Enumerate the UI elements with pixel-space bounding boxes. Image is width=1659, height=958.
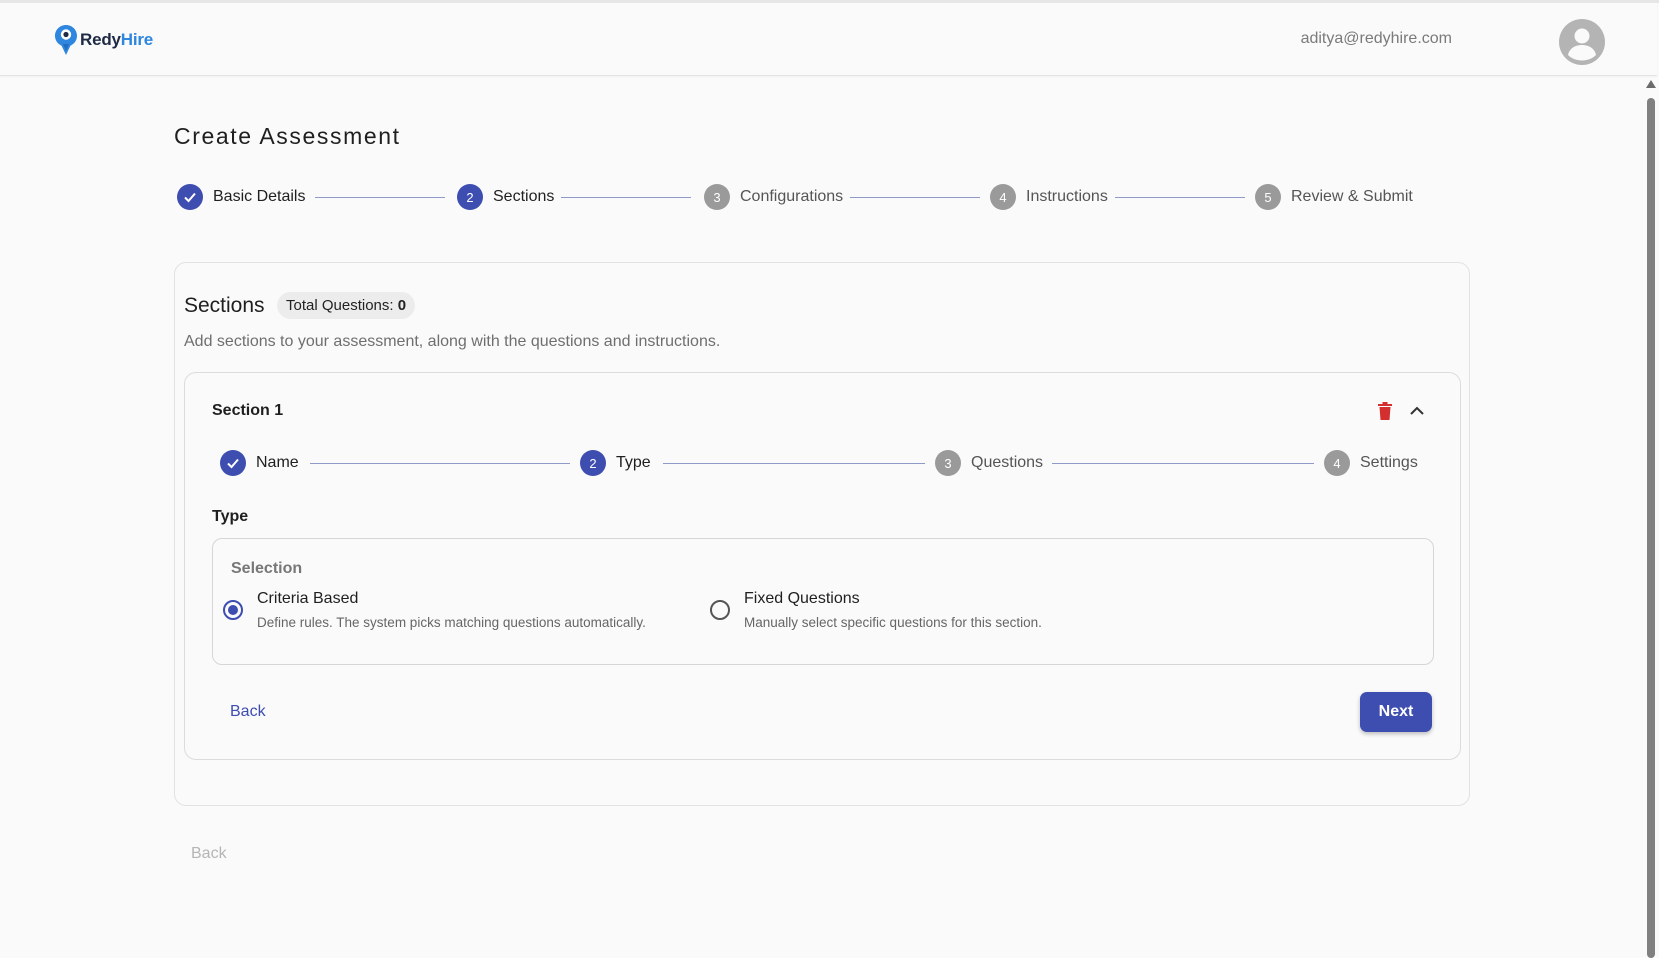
total-questions-badge: Total Questions: 0	[277, 292, 416, 319]
selection-legend: Selection	[231, 560, 303, 577]
section-name: Section 1	[212, 402, 284, 419]
step-connector	[663, 463, 925, 464]
step-number: 4	[1324, 450, 1350, 476]
step-connector	[310, 463, 570, 464]
section-back-button[interactable]: Back	[230, 703, 266, 721]
option-description: Define rules. The system picks matching …	[257, 615, 646, 630]
step-number: 3	[704, 184, 730, 210]
step-label: Questions	[971, 454, 1044, 471]
user-avatar-icon[interactable]	[1559, 19, 1605, 65]
step-connector	[1052, 463, 1314, 464]
option-criteria-based[interactable]: Criteria Based Define rules. The system …	[223, 590, 646, 630]
type-heading: Type	[212, 508, 249, 525]
step-connector	[1115, 197, 1245, 198]
option-fixed-questions[interactable]: Fixed Questions Manually select specific…	[710, 590, 1042, 630]
section-step-questions[interactable]: 3 Questions	[935, 450, 1043, 476]
section-step-type[interactable]: 2 Type	[580, 450, 651, 476]
vertical-scrollbar[interactable]	[1645, 80, 1657, 958]
trash-icon[interactable]	[1378, 402, 1392, 425]
brand-logo[interactable]: RedyHire	[54, 24, 153, 56]
step-label: Configurations	[740, 188, 844, 205]
step-connector	[850, 197, 980, 198]
step-number: 2	[457, 184, 483, 210]
scroll-up-arrow-icon[interactable]	[1646, 80, 1656, 88]
step-label: Basic Details	[213, 188, 306, 205]
radio-checked[interactable]	[223, 600, 243, 620]
app-header: RedyHire aditya@redyhire.com	[0, 3, 1657, 76]
sections-description: Add sections to your assessment, along w…	[184, 333, 721, 350]
step-label: Sections	[493, 188, 555, 205]
brand-name: RedyHire	[80, 30, 154, 49]
checkmark-icon	[177, 184, 203, 210]
step-label: Name	[256, 454, 299, 471]
step-label: Review & Submit	[1291, 188, 1413, 205]
option-title: Fixed Questions	[744, 590, 860, 607]
step-sections[interactable]: 2 Sections	[457, 184, 554, 210]
section-stepper: Name 2 Type 3 Questions 4 Settings	[220, 450, 1420, 480]
next-button[interactable]: Next	[1360, 692, 1432, 732]
chevron-up-icon[interactable]	[1409, 404, 1425, 422]
checkmark-icon	[220, 450, 246, 476]
step-number: 2	[580, 450, 606, 476]
radio-unchecked[interactable]	[710, 600, 730, 620]
page-back-button[interactable]: Back	[191, 845, 227, 863]
option-title: Criteria Based	[257, 590, 359, 607]
scroll-thumb[interactable]	[1647, 98, 1655, 958]
step-number: 4	[990, 184, 1016, 210]
step-configurations[interactable]: 3 Configurations	[704, 184, 843, 210]
step-label: Type	[616, 454, 651, 471]
step-review-submit[interactable]: 5 Review & Submit	[1255, 184, 1413, 210]
option-description: Manually select specific questions for t…	[744, 615, 1042, 630]
section-step-name[interactable]: Name	[220, 450, 299, 476]
step-label: Instructions	[1026, 188, 1108, 205]
main-stepper: Basic Details 2 Sections 3 Configuration…	[177, 184, 1427, 214]
step-instructions[interactable]: 4 Instructions	[990, 184, 1108, 210]
page-title: Create Assessment	[174, 123, 401, 149]
step-connector	[315, 197, 445, 198]
sections-title: Sections	[184, 294, 265, 317]
step-number: 5	[1255, 184, 1281, 210]
location-pin-logo-icon	[55, 25, 77, 55]
section-step-settings[interactable]: 4 Settings	[1324, 450, 1418, 476]
step-label: Settings	[1360, 454, 1418, 471]
step-connector	[561, 197, 691, 198]
step-basic-details[interactable]: Basic Details	[177, 184, 305, 210]
user-email: aditya@redyhire.com	[1300, 30, 1452, 47]
step-number: 3	[935, 450, 961, 476]
